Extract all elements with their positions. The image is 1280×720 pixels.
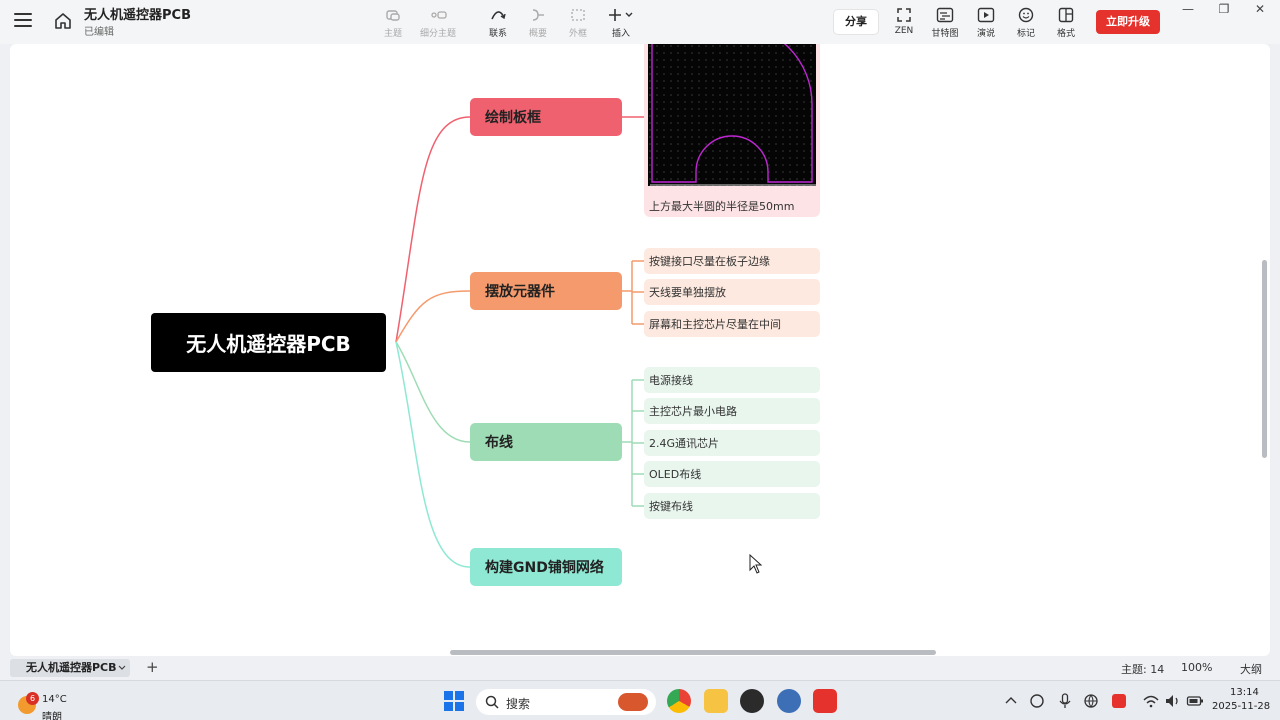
horizontal-scrollbar[interactable] bbox=[450, 650, 936, 655]
add-sheet-button[interactable]: + bbox=[146, 658, 159, 676]
sheet-tab-label: 无人机遥控器PCB bbox=[26, 661, 117, 674]
volume-icon[interactable] bbox=[1164, 692, 1182, 710]
insert-icon bbox=[599, 6, 643, 24]
branch-place-components[interactable]: 摆放元器件 bbox=[470, 272, 622, 310]
vertical-scrollbar[interactable] bbox=[1262, 260, 1267, 458]
search-icon bbox=[485, 695, 499, 709]
sheet-bar: 无人机遥控器PCB + 主题: 14 100% 大纲 bbox=[0, 656, 1280, 680]
minimize-icon[interactable]: — bbox=[1178, 2, 1198, 16]
chevron-down-icon bbox=[118, 665, 126, 670]
xmind-icon[interactable] bbox=[813, 689, 837, 713]
home-icon[interactable] bbox=[53, 11, 73, 31]
leaf-item[interactable]: 天线要单独摆放 bbox=[644, 279, 820, 305]
branch-routing[interactable]: 布线 bbox=[470, 423, 622, 461]
mouse-cursor-icon bbox=[749, 554, 763, 574]
board-outline-image-card[interactable]: 上方最大半圆的半径是50mm bbox=[644, 44, 820, 217]
zoom-level[interactable]: 100% bbox=[1181, 661, 1212, 674]
weather-condition: 晴朗 bbox=[42, 712, 62, 720]
insert-button[interactable]: 插入 bbox=[599, 6, 643, 39]
image-caption: 上方最大半圆的半径是50mm bbox=[649, 200, 795, 213]
format-label: 格式 bbox=[1056, 29, 1075, 39]
windows-start-icon[interactable] bbox=[442, 689, 466, 713]
marker-button[interactable]: 标记 bbox=[1004, 6, 1048, 39]
leaf-item[interactable]: 主控芯片最小电路 bbox=[644, 398, 820, 424]
gantt-label: 甘特图 bbox=[931, 29, 959, 39]
boundary-label: 外框 bbox=[568, 29, 587, 39]
sync-icon[interactable] bbox=[1028, 692, 1046, 710]
wifi-icon[interactable] bbox=[1142, 692, 1160, 710]
leaf-item[interactable]: 屏幕和主控芯片尽量在中间 bbox=[644, 311, 820, 337]
document-status: 已编辑 bbox=[84, 27, 114, 38]
mindmap-canvas[interactable]: 上方最大半圆的半径是50mm 无人机遥控器PCB 绘制板框 摆放元器件 布线 构… bbox=[10, 44, 1270, 656]
cloud-app-icon[interactable] bbox=[777, 689, 801, 713]
document-title[interactable]: 无人机遥控器PCB bbox=[84, 4, 191, 23]
gantt-button[interactable]: 甘特图 bbox=[923, 6, 967, 39]
pitch-button[interactable]: 演说 bbox=[964, 6, 1008, 39]
format-icon bbox=[1044, 6, 1088, 24]
windows-taskbar: 6 14°C 晴朗 搜索 13:14 2025-11-28 bbox=[0, 680, 1280, 720]
boundary-icon bbox=[556, 6, 600, 24]
close-icon[interactable]: ✕ bbox=[1250, 2, 1270, 16]
microphone-icon[interactable] bbox=[1056, 692, 1074, 710]
chevron-up-icon[interactable] bbox=[1002, 692, 1020, 710]
leaf-item[interactable]: 2.4G通讯芯片 bbox=[644, 430, 820, 456]
upgrade-button[interactable]: 立即升级 bbox=[1096, 10, 1160, 34]
relationship-button[interactable]: 联系 bbox=[476, 6, 520, 39]
temperature: 14°C bbox=[42, 694, 67, 705]
weather-widget[interactable]: 6 14°C 晴朗 bbox=[18, 688, 78, 720]
topic-count: 主题: 14 bbox=[1121, 663, 1165, 676]
branch-draw-board-outline[interactable]: 绘制板框 bbox=[470, 98, 622, 136]
marker-label: 标记 bbox=[1016, 29, 1035, 39]
summary-icon bbox=[516, 6, 560, 24]
maximize-icon[interactable]: ❐ bbox=[1214, 2, 1234, 16]
clock-date[interactable]: 2025-11-28 bbox=[1212, 701, 1270, 712]
marker-icon bbox=[1004, 6, 1048, 24]
leaf-item[interactable]: 按键布线 bbox=[644, 493, 820, 519]
format-button[interactable]: 格式 bbox=[1044, 6, 1088, 39]
leaf-item[interactable]: 电源接线 bbox=[644, 367, 820, 393]
relationship-icon bbox=[476, 6, 520, 24]
topic-icon bbox=[371, 6, 415, 24]
gantt-icon bbox=[923, 6, 967, 24]
branch-gnd-copper-pour[interactable]: 构建GND铺铜网络 bbox=[470, 548, 622, 586]
subtopic-icon bbox=[416, 6, 460, 24]
summary-label: 概要 bbox=[528, 29, 547, 39]
battery-icon[interactable] bbox=[1186, 692, 1204, 710]
chrome-icon[interactable] bbox=[667, 689, 691, 713]
sheet-tab[interactable]: 无人机遥控器PCB bbox=[10, 659, 130, 677]
topic-button[interactable]: 主题 bbox=[371, 6, 415, 39]
subtopic-label: 细分主题 bbox=[419, 29, 456, 39]
insert-label: 插入 bbox=[611, 29, 630, 39]
zen-label: ZEN bbox=[894, 26, 914, 36]
obs-icon[interactable] bbox=[740, 689, 764, 713]
search-highlight-icon bbox=[618, 693, 648, 711]
search-label: 搜索 bbox=[506, 697, 531, 711]
subtopic-button[interactable]: 细分主题 bbox=[416, 6, 460, 39]
zen-icon bbox=[882, 6, 926, 24]
boundary-button[interactable]: 外框 bbox=[556, 6, 600, 39]
summary-button[interactable]: 概要 bbox=[516, 6, 560, 39]
pitch-icon bbox=[964, 6, 1008, 24]
zen-button[interactable]: ZEN bbox=[882, 6, 926, 36]
pitch-label: 演说 bbox=[976, 29, 995, 39]
leaf-item[interactable]: OLED布线 bbox=[644, 461, 820, 487]
pcb-outline-image bbox=[648, 44, 816, 186]
central-topic[interactable]: 无人机遥控器PCB bbox=[151, 313, 386, 372]
leaf-item[interactable]: 按键接口尽量在板子边缘 bbox=[644, 248, 820, 274]
menu-icon[interactable] bbox=[14, 13, 32, 29]
share-button[interactable]: 分享 bbox=[834, 10, 878, 34]
wps-icon[interactable] bbox=[1110, 692, 1128, 710]
title-toolbar: 无人机遥控器PCB 已编辑 主题 细分主题 联系 概要 外框 插入 分享 ZEN… bbox=[0, 0, 1280, 44]
clock-time[interactable]: 13:14 bbox=[1230, 687, 1259, 698]
file-explorer-icon[interactable] bbox=[704, 689, 728, 713]
network-icon[interactable] bbox=[1082, 692, 1100, 710]
topic-label: 主题 bbox=[383, 29, 402, 39]
notification-badge: 6 bbox=[26, 692, 39, 705]
outline-view-button[interactable]: 大纲 bbox=[1240, 661, 1262, 677]
taskbar-search[interactable]: 搜索 bbox=[476, 689, 656, 715]
relationship-label: 联系 bbox=[488, 29, 507, 39]
